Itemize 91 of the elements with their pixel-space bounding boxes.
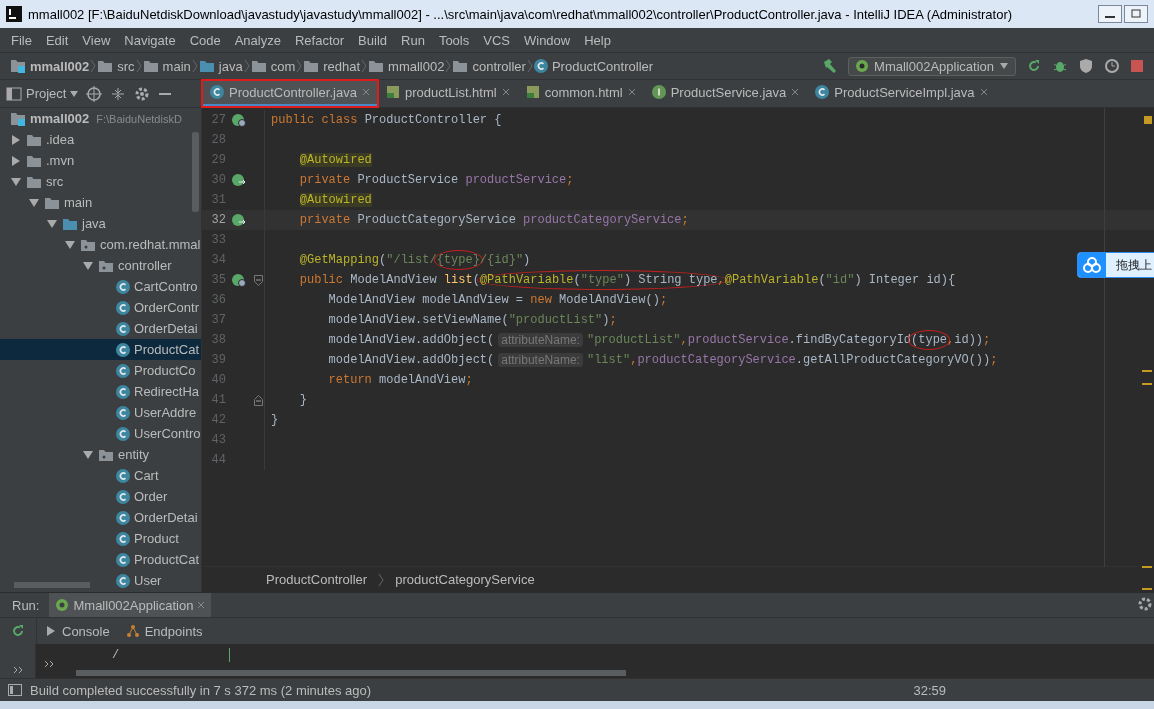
line-number: 42 bbox=[210, 413, 226, 427]
line-number: 37 bbox=[210, 313, 226, 327]
tree-item[interactable]: Order bbox=[134, 489, 168, 504]
line-number: 40 bbox=[210, 373, 226, 387]
tree-item[interactable]: com.redhat.mmal bbox=[100, 237, 201, 252]
tree-item[interactable]: ProductCat bbox=[134, 552, 200, 567]
breadcrumb-item[interactable]: mmall002 bbox=[10, 58, 90, 74]
menu-item[interactable]: Refactor bbox=[287, 32, 352, 48]
run-tab[interactable]: Mmall002Application bbox=[49, 593, 212, 617]
tool-tab[interactable]: Console bbox=[37, 618, 118, 644]
run-label: Run: bbox=[12, 597, 40, 613]
code-text: modelAndView.addObject( bbox=[327, 333, 495, 347]
line-number: 28 bbox=[210, 133, 226, 147]
line-number: 32 bbox=[210, 213, 226, 227]
menu-item[interactable]: Run bbox=[394, 32, 432, 48]
tree-item[interactable]: CartContro bbox=[134, 279, 198, 294]
menu-item[interactable]: Navigate bbox=[117, 32, 183, 48]
line-number: 44 bbox=[210, 453, 226, 467]
upload-widget[interactable]: 拖拽上 bbox=[1077, 252, 1154, 278]
console-text: / bbox=[112, 648, 120, 664]
code-text: "list",productCategoryService.getAllProductCategoryVO()); bbox=[586, 353, 998, 367]
cursor-position[interactable]: 32:59 bbox=[913, 682, 946, 698]
code-text: public ModelAndView list( bbox=[298, 273, 480, 287]
tree-item[interactable]: Cart bbox=[134, 468, 159, 483]
code-text: modelAndView.addObject( bbox=[327, 353, 495, 367]
line-number: 30 bbox=[210, 173, 226, 187]
tree-item[interactable]: Product bbox=[134, 531, 179, 546]
tree-item[interactable]: ProductCo bbox=[134, 363, 196, 378]
editor-tab[interactable]: ProductController.java bbox=[202, 80, 378, 107]
tree-item[interactable]: RedirectHa bbox=[134, 384, 200, 399]
line-number: 35 bbox=[210, 273, 226, 287]
breadcrumb-item[interactable]: main bbox=[142, 58, 191, 74]
tree-item[interactable]: UserAddre bbox=[134, 405, 197, 420]
run-config-dropdown[interactable]: Mmall002Application bbox=[848, 56, 1016, 76]
line-number: 31 bbox=[210, 193, 226, 207]
breadcrumb-item[interactable]: com bbox=[250, 58, 296, 74]
menu-item[interactable]: View bbox=[75, 32, 118, 48]
menu-item[interactable]: Tools bbox=[431, 32, 477, 48]
breadcrumb-item[interactable]: src bbox=[97, 58, 135, 74]
menu-item[interactable]: VCS bbox=[476, 32, 517, 48]
tree-item[interactable]: controller bbox=[118, 258, 172, 273]
breadcrumb-item[interactable]: mmall002 bbox=[368, 58, 445, 74]
code-line: @Autowired bbox=[264, 150, 1154, 170]
line-number: 38 bbox=[210, 333, 226, 347]
code-text: @PathVariable("id") Integer id){ bbox=[724, 273, 956, 287]
tool-tab[interactable]: Endpoints bbox=[117, 618, 211, 644]
editor-tab[interactable]: ProductServiceImpl.java bbox=[807, 80, 996, 107]
tree-item[interactable]: User bbox=[134, 573, 162, 588]
line-number: 39 bbox=[210, 353, 226, 367]
parameter-hint: attributeName: bbox=[498, 333, 583, 347]
breadcrumb-item[interactable]: redhat bbox=[303, 58, 361, 74]
line-number: 43 bbox=[210, 433, 226, 447]
menu-item[interactable]: Analyze bbox=[227, 32, 288, 48]
menu-item[interactable]: Edit bbox=[38, 32, 76, 48]
line-number: 41 bbox=[210, 393, 226, 407]
menu-item[interactable]: Window bbox=[516, 32, 578, 48]
breadcrumb-item[interactable]: java bbox=[198, 58, 243, 74]
line-number: 29 bbox=[210, 153, 226, 167]
tree-item[interactable]: mmall002 bbox=[30, 111, 90, 126]
tree-item[interactable]: entity bbox=[118, 447, 150, 462]
line-number: 36 bbox=[210, 293, 226, 307]
code-text: ,id)); bbox=[947, 333, 991, 347]
breadcrumb-item[interactable]: ProductController bbox=[533, 58, 654, 74]
tree-row[interactable]: ProductCat bbox=[0, 339, 201, 360]
line-number: 34 bbox=[210, 253, 226, 267]
tree-item[interactable]: OrderContr bbox=[134, 300, 200, 315]
status-message: Build completed successfully in 7 s 372 ms (2 minutes ago) bbox=[30, 682, 372, 698]
tree-item[interactable]: .mvn bbox=[46, 153, 75, 168]
tree-item[interactable]: .idea bbox=[46, 132, 75, 147]
project-view-dropdown[interactable]: Project bbox=[6, 86, 79, 101]
editor-tab[interactable]: ProductService.java bbox=[643, 80, 808, 107]
tree-item[interactable]: main bbox=[64, 195, 93, 210]
editor-tab[interactable]: common.html bbox=[517, 80, 644, 107]
project-path: F:\BaiduNetdiskD bbox=[96, 112, 182, 125]
breadcrumb-item[interactable]: controller bbox=[452, 58, 526, 74]
menu-item[interactable]: Code bbox=[182, 32, 228, 48]
menu-item[interactable]: File bbox=[4, 32, 39, 48]
tree-item[interactable]: UserContro bbox=[134, 426, 201, 441]
window-title: mmall002 [F:\BaiduNetdiskDownload\javastudy\javastudy\mmall002] - ...\src\main\java\com\redhat\mmall002\controller\ProductController.java - IntelliJ IDEA (Administrator) bbox=[28, 6, 1013, 22]
breadcrumb-item[interactable]: ProductController bbox=[266, 572, 368, 587]
breadcrumb-item[interactable]: productCategoryService bbox=[395, 572, 535, 587]
parameter-hint: attributeName: bbox=[498, 353, 583, 367]
line-number: 33 bbox=[210, 233, 226, 247]
menu-item[interactable]: Build bbox=[351, 32, 394, 48]
tree-item[interactable]: OrderDetai bbox=[134, 510, 198, 525]
menu-item[interactable]: Help bbox=[577, 32, 618, 48]
tree-item[interactable]: src bbox=[46, 174, 64, 189]
tree-item[interactable]: java bbox=[82, 216, 106, 231]
line-number: 27 bbox=[210, 113, 226, 127]
tree-item[interactable]: OrderDetai bbox=[134, 321, 198, 336]
editor-tab[interactable]: productList.html bbox=[377, 80, 518, 107]
